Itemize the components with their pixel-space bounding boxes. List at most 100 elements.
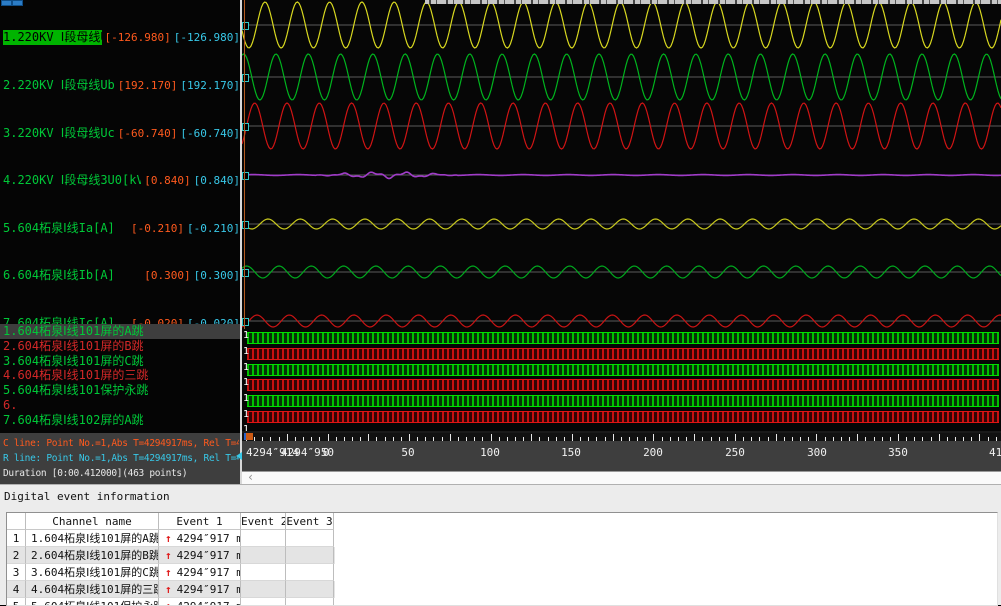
event-table-row[interactable]: 1 1.604柘泉Ⅰ线101屏的A跳 ↑4294″917 ms: [7, 530, 335, 547]
duration-status: Duration [0:00.412000](463 points): [3, 466, 239, 481]
ruler-tick: [776, 434, 777, 441]
analog-channel-row[interactable]: 5.604柘泉Ⅰ线Ia[A][-0.210][-0.210]: [0, 221, 240, 236]
c-cursor-value: [-0.020]: [131, 316, 184, 324]
ruler-label: 41: [989, 446, 1001, 459]
ruler-tick: [735, 434, 736, 441]
digital-channel-row[interactable]: 7.604柘泉Ⅰ线102屏的A跳: [0, 413, 240, 428]
rising-edge-icon: ↑: [165, 600, 172, 606]
digital-bar: [247, 364, 999, 376]
event2-header: Event 2: [241, 513, 286, 530]
r-line-status: R line: Point No.=1,Abs T=4294917ms, Rel…: [3, 451, 239, 466]
digital-channel-row[interactable]: 3.604柘泉Ⅰ线101屏的C跳: [0, 354, 240, 369]
digital-bar: [247, 379, 999, 391]
ruler-label: 50: [401, 446, 414, 459]
ruler-label: 350: [888, 446, 908, 459]
event-table-row[interactable]: 4 4.604柘泉Ⅰ线101屏的三跳 ↑4294″917 ms: [7, 581, 335, 598]
app-window: { "analog_panel": { "channels": [ {"name…: [0, 0, 1001, 605]
channel-list-panel: 1.220KV Ⅰ段母线Ua[kV][-126.980][-126.980] 2…: [0, 0, 240, 484]
digital-event-panel: Digital event information Channel name E…: [0, 484, 1001, 605]
ruler-tick: [857, 434, 858, 441]
analog-channel-name[interactable]: 1.220KV Ⅰ段母线Ua[kV]: [3, 30, 102, 45]
analog-channel-name[interactable]: 2.220KV Ⅰ段母线Ub[kV]: [3, 78, 115, 93]
r-cursor-value: [-60.740]: [180, 126, 240, 141]
analog-channel-name[interactable]: 7.604柘泉Ⅰ线Ic[A]: [3, 316, 128, 324]
ruler-tick: [491, 434, 492, 441]
ruler-tick: [694, 434, 695, 441]
ruler-label-band: 4294″9144294″95005010015020025030035041: [242, 441, 1001, 471]
waveform-canvas[interactable]: [242, 0, 1001, 329]
clipped-window-strip: [425, 0, 1001, 4]
time-ruler[interactable]: 4294″9144294″95005010015020025030035041: [242, 431, 1001, 471]
event-table-header: Channel name Event 1 Event 2 Event 3: [7, 513, 335, 530]
ruler-tick: [450, 434, 451, 441]
analog-channel-name[interactable]: 4.220KV Ⅰ段母线3U0[kV]: [3, 173, 141, 188]
digital-bar: [247, 332, 999, 344]
event3-cell: [286, 547, 334, 564]
scroll-left-arrow-icon[interactable]: ‹: [247, 471, 254, 484]
row-number: 4: [7, 581, 26, 598]
digital-channel-row[interactable]: 5.604柘泉Ⅰ线101保护永跳: [0, 383, 240, 398]
r-cursor-value: [-0.020]: [187, 316, 240, 324]
digital-channel-row[interactable]: 4.604柘泉Ⅰ线101屏的三跳: [0, 368, 240, 383]
c-line-status: C line: Point No.=1,Abs T=4294917ms, Rel…: [3, 436, 239, 451]
digital-bar: [247, 348, 999, 360]
digital-bar: [247, 411, 999, 423]
ruler-tick: [613, 434, 614, 441]
ruler-tick: [287, 434, 288, 441]
analog-channel-name[interactable]: 3.220KV Ⅰ段母线Uc[kV]: [3, 126, 115, 141]
c-cursor-value: [-126.980]: [105, 30, 171, 45]
event-channel-name: 3.604柘泉Ⅰ线101屏的C跳: [26, 564, 159, 581]
analog-channel-row[interactable]: 1.220KV Ⅰ段母线Ua[kV][-126.980][-126.980]: [0, 30, 240, 45]
analog-channel-row[interactable]: 2.220KV Ⅰ段母线Ub[kV][192.170][192.170]: [0, 78, 240, 93]
analog-channel-row[interactable]: 3.220KV Ⅰ段母线Uc[kV][-60.740][-60.740]: [0, 126, 240, 141]
rising-edge-icon: ↑: [165, 583, 172, 596]
row-number-header: [7, 513, 26, 530]
ruler-label: 250: [725, 446, 745, 459]
analog-channel-name[interactable]: 5.604柘泉Ⅰ线Ia[A]: [3, 221, 128, 236]
c-cursor-value: [0.300]: [144, 268, 190, 283]
analog-channel-row[interactable]: 4.220KV Ⅰ段母线3U0[kV][0.840][0.840]: [0, 173, 240, 188]
event-table-row[interactable]: 2 2.604柘泉Ⅰ线101屏的B跳 ↑4294″917 ms: [7, 547, 335, 564]
ruler-tick: [979, 434, 980, 441]
digital-channel-row[interactable]: 6.: [0, 398, 240, 413]
r-cursor-value: [-0.210]: [187, 221, 240, 236]
horizontal-scrollbar[interactable]: ‹: [242, 471, 1001, 484]
ruler-tick: [816, 434, 817, 441]
digital-state-label: 1: [243, 347, 249, 357]
event3-cell: [286, 530, 334, 547]
digital-state-label: 1: [243, 331, 249, 341]
ruler-tick: [531, 434, 532, 441]
r-cursor-marker[interactable]: [236, 452, 242, 460]
analog-waveform-area[interactable]: [242, 0, 1001, 329]
row-number: 1: [7, 530, 26, 547]
row-number: 3: [7, 564, 26, 581]
digital-waveform-area[interactable]: 1111111: [242, 329, 1001, 431]
ruler-tick: [409, 434, 410, 441]
ruler-label: 150: [561, 446, 581, 459]
rising-edge-icon: ↑: [165, 549, 172, 562]
c-cursor-marker[interactable]: [244, 433, 253, 440]
event3-cell: [286, 564, 334, 581]
ruler-tick: [572, 434, 573, 441]
event1-cell: ↑4294″917 ms: [159, 530, 241, 547]
event-table-row[interactable]: 3 3.604柘泉Ⅰ线101屏的C跳 ↑4294″917 ms: [7, 564, 335, 581]
analog-channel-row[interactable]: 7.604柘泉Ⅰ线Ic[A][-0.020][-0.020]: [0, 316, 240, 324]
ruler-tick: [653, 434, 654, 441]
event3-header: Event 3: [286, 513, 334, 530]
event3-cell: [286, 581, 334, 598]
analog-channel-row[interactable]: 6.604柘泉Ⅰ线Ib[A][0.300][0.300]: [0, 268, 240, 283]
digital-state-label: 1: [243, 394, 249, 404]
digital-channel-row[interactable]: 1.604柘泉Ⅰ线101屏的A跳: [0, 324, 240, 339]
c-cursor-value: [-60.740]: [118, 126, 178, 141]
event-channel-name: 4.604柘泉Ⅰ线101屏的三跳: [26, 581, 159, 598]
ruler-label: 100: [480, 446, 500, 459]
event2-cell: [241, 547, 286, 564]
event-channel-name: 1.604柘泉Ⅰ线101屏的A跳: [26, 530, 159, 547]
digital-channel-row[interactable]: 2.604柘泉Ⅰ线101屏的B跳: [0, 339, 240, 354]
analog-channel-name[interactable]: 6.604柘泉Ⅰ线Ib[A]: [3, 268, 141, 283]
tick-row: [242, 433, 1001, 441]
event1-header: Event 1: [159, 513, 241, 530]
analog-channel-list: 1.220KV Ⅰ段母线Ua[kV][-126.980][-126.980] 2…: [0, 0, 240, 324]
event-table: Channel name Event 1 Event 2 Event 3 1 1…: [6, 512, 998, 606]
event1-time: 4294″917 ms: [177, 549, 241, 562]
